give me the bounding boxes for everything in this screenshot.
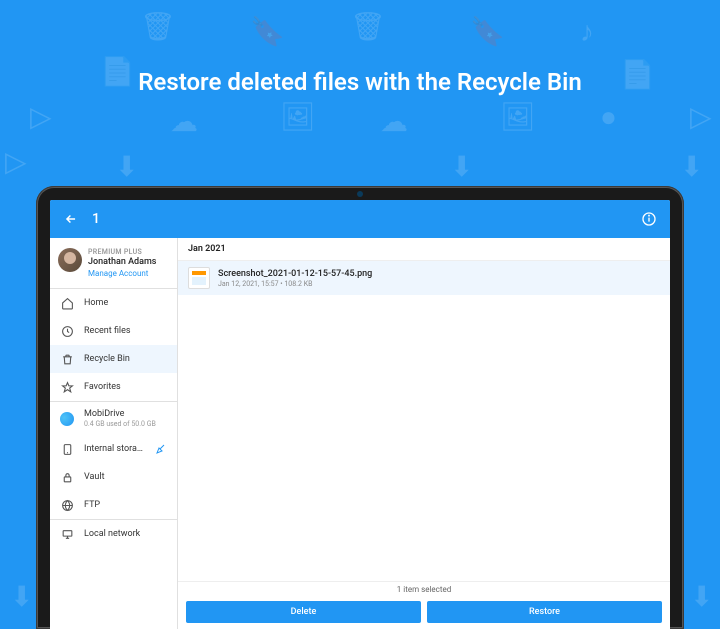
sidebar-item-recent[interactable]: Recent files [50,317,177,345]
clock-icon [60,324,74,338]
sidebar-item-favorites[interactable]: Favorites [50,373,177,401]
main-panel: Jan 2021 Screenshot_2021-01-12-15-57-45.… [178,238,670,629]
sidebar-item-internal-storage[interactable]: Internal stora… [50,435,177,463]
plan-label: PREMIUM PLUS [88,248,156,256]
profile-section: PREMIUM PLUS Jonathan Adams Manage Accou… [50,238,177,288]
nav-label: Vault [84,472,105,482]
avatar[interactable] [58,248,82,272]
storage-usage: 0.4 GB used of 50.0 GB [84,420,156,428]
clean-icon[interactable] [155,443,167,455]
network-icon [60,527,74,541]
nav-label: MobiDrive [84,409,156,419]
username: Jonathan Adams [88,257,156,267]
mobidrive-icon [60,412,74,426]
trash-icon [60,352,74,366]
lock-icon [60,470,74,484]
app-bar: 1 [50,200,670,238]
sidebar-item-home[interactable]: Home [50,289,177,317]
file-thumbnail [188,267,210,289]
file-name: Screenshot_2021-01-12-15-57-45.png [218,269,372,279]
nav-label: Home [84,298,108,308]
hero-title: Restore deleted files with the Recycle B… [0,68,720,96]
phone-icon [60,442,74,456]
selection-count: 1 item selected [178,582,670,597]
screen: 1 PREMIUM PLUS Jonathan Adams Manage Acc… [50,200,670,629]
sidebar-item-mobidrive[interactable]: MobiDrive 0.4 GB used of 50.0 GB [50,402,177,435]
footer-bar: 1 item selected Delete Restore [178,581,670,629]
section-header: Jan 2021 [178,238,670,261]
tablet-frame: 1 PREMIUM PLUS Jonathan Adams Manage Acc… [36,186,684,629]
appbar-title: 1 [92,211,100,227]
sidebar-item-recycle-bin[interactable]: Recycle Bin [50,345,177,373]
nav-label: Favorites [84,382,121,392]
nav-label: Recycle Bin [84,354,130,364]
restore-button[interactable]: Restore [427,601,662,623]
sidebar-item-vault[interactable]: Vault [50,463,177,491]
sidebar-item-ftp[interactable]: FTP [50,491,177,519]
sidebar-item-local-network[interactable]: Local network [50,520,177,548]
nav-label: FTP [84,500,100,510]
nav-label: Local network [84,529,140,539]
nav-label: Internal stora… [84,444,143,454]
file-meta: Jan 12, 2021, 15:57 • 108.2 KB [218,280,372,288]
star-icon [60,380,74,394]
delete-button[interactable]: Delete [186,601,421,623]
camera-dot [357,191,363,197]
nav-label: Recent files [84,326,131,336]
file-row[interactable]: Screenshot_2021-01-12-15-57-45.png Jan 1… [178,261,670,295]
home-icon [60,296,74,310]
manage-account-link[interactable]: Manage Account [88,269,156,278]
info-button[interactable] [640,210,658,228]
file-list: Screenshot_2021-01-12-15-57-45.png Jan 1… [178,261,670,581]
globe-icon [60,498,74,512]
sidebar: PREMIUM PLUS Jonathan Adams Manage Accou… [50,238,178,629]
back-button[interactable] [62,210,80,228]
